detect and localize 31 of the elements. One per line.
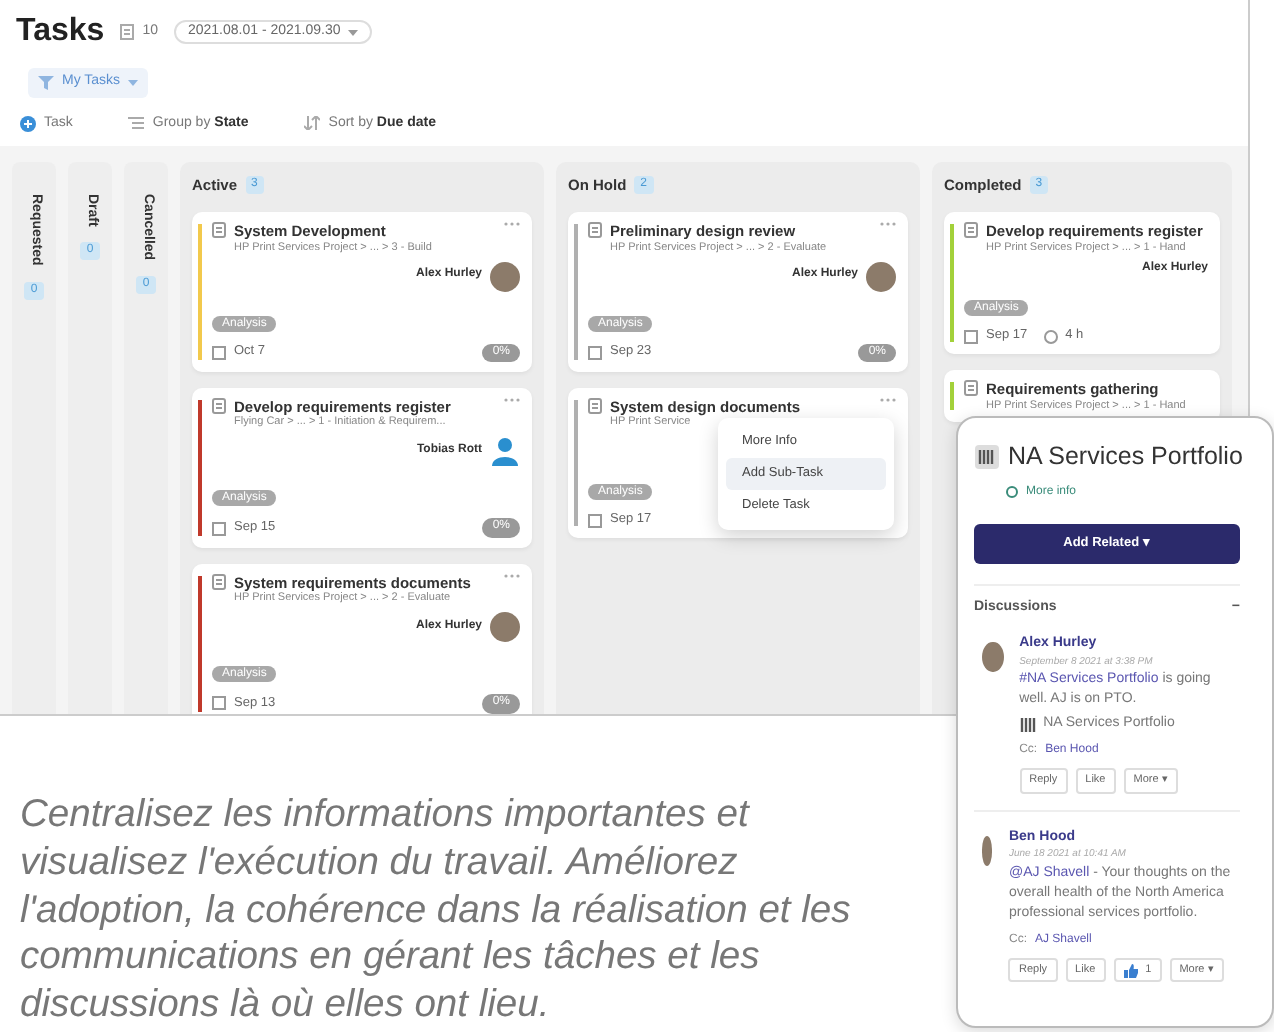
clock-icon xyxy=(1043,329,1058,344)
more-icon[interactable] xyxy=(504,222,520,227)
sort-icon xyxy=(304,116,321,131)
document-icon xyxy=(212,222,226,239)
group-icon xyxy=(128,116,145,131)
calendar-icon xyxy=(212,521,226,535)
add-icon xyxy=(20,115,36,132)
avatar xyxy=(982,642,1004,672)
calendar-icon xyxy=(212,345,226,360)
list-icon xyxy=(120,24,135,40)
caret-icon xyxy=(348,29,359,35)
calendar-icon xyxy=(588,513,602,528)
more-icon[interactable] xyxy=(880,222,896,227)
panel-title: NA Services Portfolio xyxy=(1008,440,1243,474)
more-icon[interactable] xyxy=(504,573,520,578)
document-icon xyxy=(964,222,978,239)
avatar xyxy=(982,835,993,866)
info-icon xyxy=(1006,486,1018,499)
calendar-icon xyxy=(588,345,602,360)
document-icon xyxy=(588,222,602,239)
calendar-icon xyxy=(964,329,978,344)
document-icon xyxy=(212,573,226,590)
caption-text: Centralisez les informations importantes et visualisez l'exécution du travail. Améliorez l'adoption, la cohérence dans la réalisation et les communications en gérant les tâches et les discussions là où elles ont lieu. xyxy=(20,792,853,1030)
document-icon xyxy=(964,380,978,397)
calendar-icon xyxy=(212,696,226,711)
filter-icon xyxy=(38,75,54,90)
caret-icon xyxy=(128,79,139,86)
thumbs-up-icon xyxy=(1123,963,1138,978)
document-icon xyxy=(588,398,602,414)
page-title: Tasks xyxy=(16,12,105,52)
document-icon xyxy=(212,398,226,414)
